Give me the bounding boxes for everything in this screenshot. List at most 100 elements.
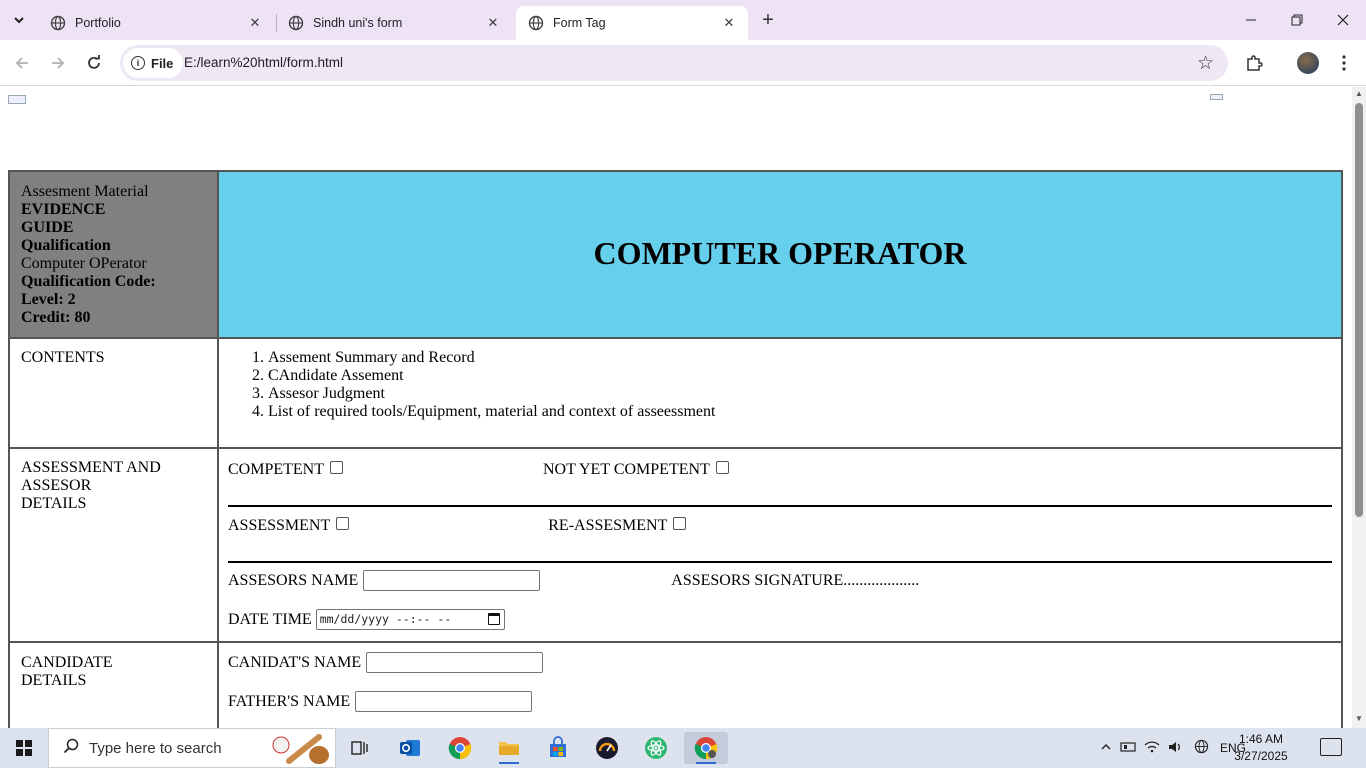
address-bar[interactable]: i File E:/learn%20html/form.html ☆ [120, 45, 1228, 81]
reassessment-checkbox[interactable] [673, 516, 687, 530]
broken-image-icon [8, 95, 26, 104]
datetime-label: DATE TIME [228, 611, 312, 628]
list-item: Assement Summary and Record [268, 349, 1332, 367]
datetime-input[interactable]: mm/dd/yyyy --:-- -- [315, 608, 505, 630]
wifi-icon[interactable] [1140, 740, 1164, 757]
menu-button[interactable] [1330, 49, 1358, 77]
new-tab-button[interactable]: + [756, 8, 780, 32]
restore-button[interactable] [1274, 0, 1320, 40]
extensions-button[interactable] [1240, 49, 1268, 77]
competent-checkbox[interactable] [330, 460, 343, 474]
microsoft-store-app[interactable] [538, 732, 578, 764]
minimize-button[interactable] [1228, 0, 1274, 40]
reload-icon [88, 55, 100, 69]
close-tab-icon[interactable]: ✕ [246, 14, 264, 32]
tab-strip: Portfolio ✕ Sindh uni's form ✕ Form Tag … [0, 0, 1366, 40]
chrome-app[interactable] [440, 732, 480, 764]
candidate-label-line: CANDIDATE [21, 654, 113, 671]
search-placeholder: Type here to search [89, 739, 222, 757]
candidate-name-label: CANIDAT'S NAME [228, 654, 362, 671]
start-button[interactable] [0, 728, 48, 768]
calendar-icon[interactable] [487, 613, 500, 625]
plus-icon: + [762, 8, 774, 31]
file-explorer-app[interactable] [489, 732, 529, 764]
info-line: Computer OPerator [21, 255, 147, 272]
profile-button[interactable] [1294, 49, 1322, 77]
chevron-up-icon[interactable] [1096, 741, 1116, 756]
volume-icon[interactable] [1164, 740, 1188, 757]
info-icon: i [131, 56, 145, 70]
info-line: Assesment Material [21, 183, 149, 200]
page-scrollbar[interactable]: ▲ ▼ [1352, 87, 1366, 728]
windows-taskbar: Type here to search ENG 1:46 AM 3/27/202… [0, 728, 1366, 768]
tab-title: Portfolio [75, 16, 121, 30]
scheme-label: File [151, 55, 174, 71]
system-tray: ENG [1096, 728, 1246, 768]
scroll-down-icon[interactable]: ▼ [1355, 714, 1363, 723]
forward-button[interactable] [44, 49, 72, 77]
list-item: CAndidate Assement [268, 367, 1332, 385]
contents-list: Assement Summary and Record CAndidate As… [268, 349, 1332, 421]
tab-sindh-unis-form[interactable]: Sindh uni's form ✕ [276, 6, 512, 40]
assessment-label-line: ASSESOR [21, 477, 92, 494]
assessor-row: ASSESORS NAME ASSESORS SIGNATURE........… [228, 569, 1332, 592]
assessment-label-line: DETAILS [21, 495, 87, 512]
atom-app[interactable] [636, 732, 676, 764]
list-item: List of required tools/Equipment, materi… [268, 403, 1332, 421]
not-yet-competent-label: NOT YET COMPETENT [543, 461, 710, 478]
assessment-label: ASSESSMENT [228, 517, 331, 534]
clock[interactable]: 1:46 AM 3/27/2025 [1226, 731, 1296, 765]
atom-icon [645, 737, 667, 759]
contents-list-cell: Assement Summary and Record CAndidate As… [217, 337, 1343, 449]
assessment-checkbox[interactable] [336, 516, 350, 530]
taskbar-search[interactable]: Type here to search [48, 728, 336, 768]
assessors-name-input[interactable] [363, 569, 541, 591]
close-icon [1337, 14, 1349, 26]
arrow-left-icon [15, 57, 28, 69]
not-yet-competent-checkbox[interactable] [715, 460, 729, 474]
site-info-chip[interactable]: i File [123, 48, 184, 78]
candidate-name-input[interactable] [366, 651, 544, 673]
info-line: Level: 2 [21, 291, 76, 308]
globe-icon [50, 15, 66, 31]
candidate-row: CANDIDATE DETAILS CANIDAT'S NAME FATHER'… [8, 641, 1343, 728]
language-globe-icon[interactable] [1188, 739, 1214, 757]
close-window-button[interactable] [1320, 0, 1366, 40]
tab-title: Form Tag [553, 16, 606, 30]
minimize-icon [1246, 19, 1256, 21]
task-view-button[interactable] [340, 732, 380, 764]
father-name-label: FATHER'S NAME [228, 693, 351, 710]
tab-search-button[interactable] [7, 8, 31, 32]
father-name-row: FATHER'S NAME [228, 690, 1332, 713]
close-tab-icon[interactable]: ✕ [484, 14, 502, 32]
assessors-signature-label: ASSESORS SIGNATURE................... [671, 572, 920, 589]
father-name-input[interactable] [355, 690, 533, 712]
chevron-down-icon [14, 17, 24, 24]
outlook-app[interactable] [390, 732, 430, 764]
scroll-up-icon[interactable]: ▲ [1355, 89, 1363, 98]
chrome-active-app[interactable] [684, 732, 728, 764]
competency-row: COMPETENT NOT YET COMPETENT [228, 459, 1332, 481]
store-icon [550, 736, 566, 757]
datetime-row: DATE TIME mm/dd/yyyy --:-- -- [228, 608, 1332, 631]
globe-icon [528, 15, 544, 31]
info-line: Qualification Code: [21, 273, 156, 290]
network-icon[interactable] [1116, 740, 1140, 757]
assessment-row: ASSESSMENT AND ASSESOR DETAILS COMPETENT… [8, 447, 1343, 643]
tab-portfolio[interactable]: Portfolio ✕ [38, 6, 274, 40]
tab-form-tag[interactable]: Form Tag ✕ [516, 6, 748, 40]
list-item: Assesor Judgment [268, 385, 1332, 403]
info-line: EVIDENCE [21, 201, 106, 218]
bookmark-star-icon[interactable]: ☆ [1197, 52, 1214, 75]
assessment-label-cell: ASSESSMENT AND ASSESOR DETAILS [8, 447, 219, 643]
back-button[interactable] [8, 49, 36, 77]
reload-button[interactable] [80, 49, 108, 77]
close-tab-icon[interactable]: ✕ [720, 14, 738, 32]
assessment-form-table: Assesment Material EVIDENCE GUIDE Qualif… [8, 170, 1343, 728]
url-text[interactable]: E:/learn%20html/form.html [184, 55, 343, 70]
speedtest-app[interactable] [587, 732, 627, 764]
notification-center-icon[interactable] [1320, 738, 1342, 756]
qualification-info-cell: Assesment Material EVIDENCE GUIDE Qualif… [8, 170, 219, 339]
tab-title: Sindh uni's form [313, 16, 403, 30]
scrollbar-thumb[interactable] [1355, 103, 1363, 517]
